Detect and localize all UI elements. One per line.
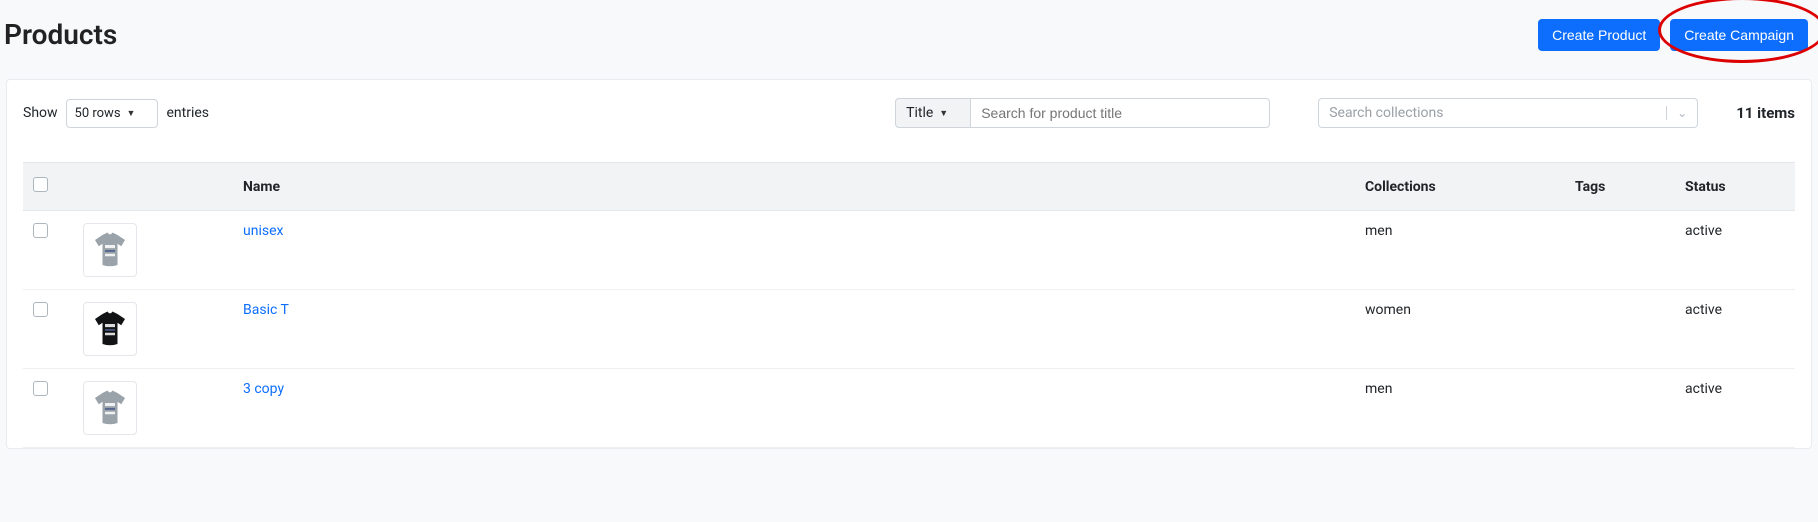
header-actions: Create Product Create Campaign	[1538, 19, 1808, 51]
page-header: Products Create Product Create Campaign	[0, 0, 1818, 51]
column-header-collections: Collections	[1355, 163, 1565, 211]
caret-down-icon: ▼	[939, 108, 948, 119]
product-tags	[1565, 369, 1675, 448]
product-name-link[interactable]: 3 copy	[243, 381, 284, 397]
create-product-button[interactable]: Create Product	[1538, 19, 1660, 51]
table-row: Basic T women active	[23, 290, 1795, 369]
create-campaign-button[interactable]: Create Campaign	[1670, 19, 1808, 51]
product-status: active	[1675, 211, 1795, 290]
product-collections: women	[1355, 290, 1565, 369]
product-status: active	[1675, 369, 1795, 448]
column-header-status: Status	[1675, 163, 1795, 211]
column-header-tags: Tags	[1565, 163, 1675, 211]
product-thumbnail[interactable]	[83, 302, 137, 356]
table-row: 3 copy men active	[23, 369, 1795, 448]
search-field-value: Title	[906, 105, 933, 121]
items-count: 11 items	[1736, 104, 1795, 122]
page-title: Products	[4, 18, 117, 51]
chevron-down-icon: ⌄	[1666, 106, 1687, 120]
rows-per-page-value: 50 rows	[75, 106, 121, 121]
product-status: active	[1675, 290, 1795, 369]
caret-down-icon: ▼	[127, 108, 136, 119]
search-field-select[interactable]: Title ▼	[895, 98, 970, 128]
table-row: unisex men active	[23, 211, 1795, 290]
show-label: Show	[23, 105, 58, 121]
row-checkbox[interactable]	[33, 381, 48, 396]
product-tags	[1565, 290, 1675, 369]
products-panel: Show 50 rows ▼ entries Title ▼ Search co…	[6, 79, 1812, 449]
entries-label: entries	[166, 105, 209, 121]
row-checkbox[interactable]	[33, 223, 48, 238]
table-header-row: Name Collections Tags Status	[23, 163, 1795, 211]
product-collections: men	[1355, 211, 1565, 290]
collections-placeholder: Search collections	[1329, 105, 1443, 121]
product-name-link[interactable]: Basic T	[243, 302, 289, 318]
product-thumbnail[interactable]	[83, 223, 137, 277]
search-group: Title ▼	[895, 98, 1270, 128]
select-all-checkbox[interactable]	[33, 177, 48, 192]
product-thumbnail[interactable]	[83, 381, 137, 435]
column-header-name: Name	[233, 163, 1355, 211]
row-checkbox[interactable]	[33, 302, 48, 317]
toolbar: Show 50 rows ▼ entries Title ▼ Search co…	[7, 80, 1811, 162]
product-collections: men	[1355, 369, 1565, 448]
tshirt-icon	[90, 309, 130, 349]
rows-per-page-select[interactable]: 50 rows ▼	[66, 99, 159, 128]
tshirt-icon	[90, 388, 130, 428]
collections-select[interactable]: Search collections ⌄	[1318, 98, 1698, 128]
product-name-link[interactable]: unisex	[243, 223, 283, 239]
tshirt-icon	[90, 230, 130, 270]
search-input[interactable]	[970, 98, 1270, 128]
products-table: Name Collections Tags Status unisex men ac…	[23, 162, 1795, 448]
product-tags	[1565, 211, 1675, 290]
